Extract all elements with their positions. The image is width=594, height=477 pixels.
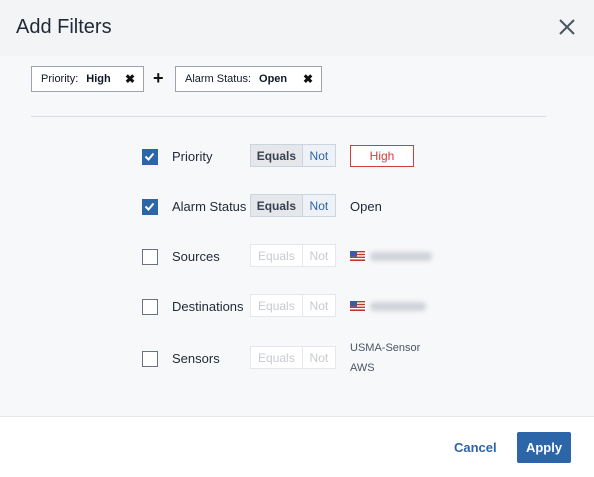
destinations-checkbox[interactable]	[142, 299, 158, 315]
close-icon	[559, 19, 575, 35]
equals-option: Equals	[251, 245, 303, 266]
chip-value: High	[86, 73, 111, 85]
filter-label: Alarm Status	[172, 199, 247, 214]
filter-body: Priority: High ✖ + Alarm Status: Open ✖ …	[0, 56, 594, 416]
filter-row-destinations: Destinations Equals Not	[0, 291, 594, 321]
sources-checkbox[interactable]	[142, 249, 158, 265]
remove-chip-icon[interactable]: ✖	[303, 72, 313, 86]
equals-option: Equals	[251, 347, 303, 368]
not-option[interactable]: Not	[302, 195, 335, 216]
checkmark-icon	[144, 152, 155, 161]
close-button[interactable]	[554, 14, 580, 40]
not-option: Not	[309, 248, 329, 263]
equals-not-toggle: Equals Not	[250, 194, 336, 217]
filter-row-priority: Priority Equals Not High	[0, 141, 594, 171]
filter-row-sensors: Sensors Equals Not USMA-Sensor AWS	[0, 338, 594, 378]
alarm-status-checkbox[interactable]	[142, 199, 158, 215]
equals-option[interactable]: Equals	[251, 145, 303, 166]
chip-key: Alarm Status:	[185, 73, 252, 85]
redacted-value	[370, 252, 432, 261]
not-option: Not	[309, 350, 329, 365]
alarm-status-value[interactable]: Open	[350, 199, 382, 214]
sensor-value-line: USMA-Sensor	[350, 342, 421, 354]
filter-label: Sensors	[172, 351, 220, 366]
dialog-title: Add Filters	[16, 16, 112, 38]
equals-not-toggle: Equals Not	[250, 144, 336, 167]
sensor-value-line: AWS	[350, 362, 375, 374]
filter-chip-priority[interactable]: Priority: High ✖	[31, 66, 144, 92]
equals-not-toggle: Equals Not	[250, 346, 336, 369]
chip-separator: +	[153, 68, 164, 88]
remove-chip-icon[interactable]: ✖	[125, 72, 135, 86]
equals-option: Equals	[251, 295, 303, 316]
priority-checkbox[interactable]	[142, 149, 158, 165]
filter-label: Priority	[172, 149, 213, 164]
dialog-header: Add Filters	[0, 0, 594, 56]
checkmark-icon	[144, 202, 155, 211]
redacted-value	[370, 302, 426, 311]
priority-value-field[interactable]: High	[350, 145, 414, 167]
not-option[interactable]: Not	[302, 145, 335, 166]
filter-row-sources: Sources Equals Not	[0, 241, 594, 271]
filter-row-alarm-status: Alarm Status Equals Not Open	[0, 191, 594, 221]
filter-label: Sources	[172, 249, 220, 264]
not-option: Not	[309, 298, 329, 313]
us-flag-icon	[350, 301, 365, 311]
footer-divider	[0, 416, 594, 417]
equals-not-toggle: Equals Not	[250, 244, 336, 267]
equals-not-toggle: Equals Not	[250, 294, 336, 317]
sensors-checkbox[interactable]	[142, 351, 158, 367]
cancel-button[interactable]: Cancel	[454, 440, 497, 455]
filter-chip-alarm-status[interactable]: Alarm Status: Open ✖	[175, 66, 322, 92]
add-filters-dialog: Add Filters Priority: High ✖ + Alarm Sta…	[0, 0, 594, 477]
equals-option[interactable]: Equals	[251, 195, 303, 216]
chip-value: Open	[259, 73, 288, 85]
divider	[31, 116, 546, 117]
us-flag-icon	[350, 251, 365, 261]
filter-label: Destinations	[172, 299, 244, 314]
apply-button[interactable]: Apply	[517, 432, 571, 463]
chip-key: Priority:	[41, 73, 79, 85]
